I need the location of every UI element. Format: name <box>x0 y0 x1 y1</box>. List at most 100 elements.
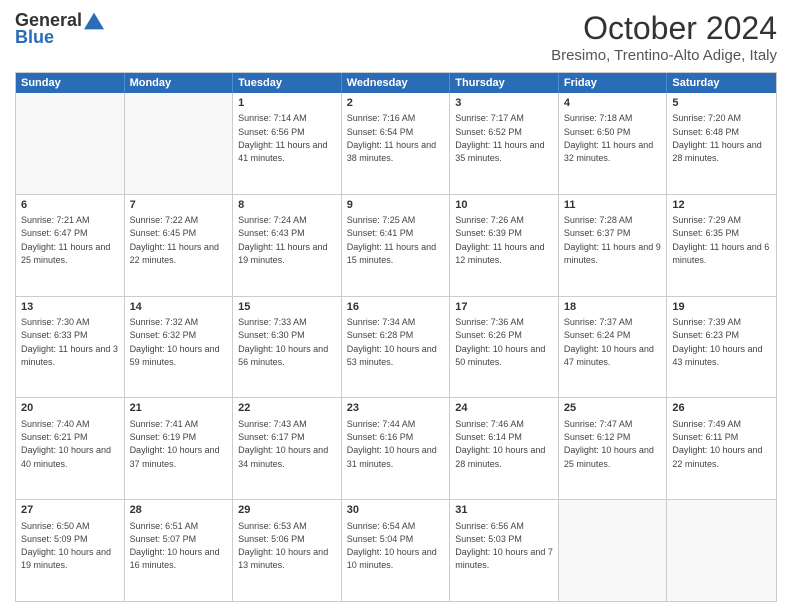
header-day-monday: Monday <box>125 73 234 93</box>
day-info: Sunrise: 7:14 AMSunset: 6:56 PMDaylight:… <box>238 113 327 163</box>
calendar-week-4: 20Sunrise: 7:40 AMSunset: 6:21 PMDayligh… <box>16 397 776 499</box>
cal-cell-day-8: 8 Sunrise: 7:24 AMSunset: 6:43 PMDaylight… <box>233 195 342 296</box>
cal-cell-day-30: 30 Sunrise: 6:54 AMSunset: 5:04 PMDayligh… <box>342 500 451 601</box>
day-info: Sunrise: 7:24 AMSunset: 6:43 PMDaylight:… <box>238 215 327 265</box>
day-number: 27 <box>21 503 119 518</box>
day-info: Sunrise: 7:28 AMSunset: 6:37 PMDaylight:… <box>564 215 661 265</box>
cal-cell-day-16: 16 Sunrise: 7:34 AMSunset: 6:28 PMDayligh… <box>342 297 451 398</box>
day-info: Sunrise: 7:34 AMSunset: 6:28 PMDaylight:… <box>347 317 437 367</box>
location: Bresimo, Trentino-Alto Adige, Italy <box>551 47 777 64</box>
day-info: Sunrise: 6:50 AMSunset: 5:09 PMDaylight:… <box>21 521 111 571</box>
calendar-body: 1 Sunrise: 7:14 AMSunset: 6:56 PMDaylight… <box>16 93 776 601</box>
cal-cell-day-12: 12 Sunrise: 7:29 AMSunset: 6:35 PMDayligh… <box>667 195 776 296</box>
header-day-thursday: Thursday <box>450 73 559 93</box>
logo-icon <box>84 11 104 31</box>
cal-cell-day-21: 21 Sunrise: 7:41 AMSunset: 6:19 PMDayligh… <box>125 398 234 499</box>
day-info: Sunrise: 6:53 AMSunset: 5:06 PMDaylight:… <box>238 521 328 571</box>
day-number: 6 <box>21 198 119 213</box>
day-number: 26 <box>672 401 771 416</box>
day-number: 16 <box>347 300 445 315</box>
calendar-week-2: 6 Sunrise: 7:21 AMSunset: 6:47 PMDaylight… <box>16 194 776 296</box>
cal-cell-day-13: 13Sunrise: 7:30 AMSunset: 6:33 PMDayligh… <box>16 297 125 398</box>
cal-cell-day-7: 7Sunrise: 7:22 AMSunset: 6:45 PMDaylight… <box>125 195 234 296</box>
page: General Blue October 2024 Bresimo, Trent… <box>0 0 792 612</box>
day-number: 19 <box>672 300 771 315</box>
header-day-sunday: Sunday <box>16 73 125 93</box>
day-info: Sunrise: 6:54 AMSunset: 5:04 PMDaylight:… <box>347 521 437 571</box>
day-number: 2 <box>347 96 445 111</box>
cal-cell-day-20: 20Sunrise: 7:40 AMSunset: 6:21 PMDayligh… <box>16 398 125 499</box>
header-day-wednesday: Wednesday <box>342 73 451 93</box>
month-title: October 2024 <box>551 10 777 47</box>
day-number: 9 <box>347 198 445 213</box>
day-number: 28 <box>130 503 228 518</box>
header-day-saturday: Saturday <box>667 73 776 93</box>
day-info: Sunrise: 7:44 AMSunset: 6:16 PMDaylight:… <box>347 419 437 469</box>
cal-cell-day-18: 18 Sunrise: 7:37 AMSunset: 6:24 PMDayligh… <box>559 297 668 398</box>
day-number: 21 <box>130 401 228 416</box>
day-number: 24 <box>455 401 553 416</box>
cal-cell-day-3: 3 Sunrise: 7:17 AMSunset: 6:52 PMDaylight… <box>450 93 559 194</box>
cal-cell-empty <box>16 93 125 194</box>
day-number: 25 <box>564 401 662 416</box>
day-info: Sunrise: 7:36 AMSunset: 6:26 PMDaylight:… <box>455 317 545 367</box>
cal-cell-day-14: 14 Sunrise: 7:32 AMSunset: 6:32 PMDayligh… <box>125 297 234 398</box>
day-info: Sunrise: 7:17 AMSunset: 6:52 PMDaylight:… <box>455 113 544 163</box>
cal-cell-empty <box>559 500 668 601</box>
cal-cell-day-6: 6 Sunrise: 7:21 AMSunset: 6:47 PMDaylight… <box>16 195 125 296</box>
day-number: 23 <box>347 401 445 416</box>
cal-cell-day-24: 24 Sunrise: 7:46 AMSunset: 6:14 PMDayligh… <box>450 398 559 499</box>
logo: General Blue <box>15 10 104 48</box>
cal-cell-day-25: 25 Sunrise: 7:47 AMSunset: 6:12 PMDayligh… <box>559 398 668 499</box>
day-number: 12 <box>672 198 771 213</box>
day-info: Sunrise: 6:56 AMSunset: 5:03 PMDaylight:… <box>455 521 553 571</box>
cal-cell-day-17: 17 Sunrise: 7:36 AMSunset: 6:26 PMDayligh… <box>450 297 559 398</box>
calendar-week-5: 27 Sunrise: 6:50 AMSunset: 5:09 PMDayligh… <box>16 499 776 601</box>
day-info: Sunrise: 7:20 AMSunset: 6:48 PMDaylight:… <box>672 113 761 163</box>
calendar-header: SundayMondayTuesdayWednesdayThursdayFrid… <box>16 73 776 93</box>
day-number: 14 <box>130 300 228 315</box>
day-number: 8 <box>238 198 336 213</box>
day-info: Sunrise: 7:18 AMSunset: 6:50 PMDaylight:… <box>564 113 653 163</box>
day-number: 22 <box>238 401 336 416</box>
day-info: Sunrise: 7:29 AMSunset: 6:35 PMDaylight:… <box>672 215 769 265</box>
day-info: Sunrise: 7:21 AMSunset: 6:47 PMDaylight:… <box>21 215 110 265</box>
day-number: 15 <box>238 300 336 315</box>
day-number: 18 <box>564 300 662 315</box>
day-info: Sunrise: 6:51 AMSunset: 5:07 PMDaylight:… <box>130 521 220 571</box>
cal-cell-empty <box>125 93 234 194</box>
day-number: 29 <box>238 503 336 518</box>
cal-cell-day-26: 26Sunrise: 7:49 AMSunset: 6:11 PMDayligh… <box>667 398 776 499</box>
cal-cell-day-5: 5 Sunrise: 7:20 AMSunset: 6:48 PMDaylight… <box>667 93 776 194</box>
cal-cell-day-11: 11Sunrise: 7:28 AMSunset: 6:37 PMDayligh… <box>559 195 668 296</box>
day-info: Sunrise: 7:16 AMSunset: 6:54 PMDaylight:… <box>347 113 436 163</box>
day-number: 13 <box>21 300 119 315</box>
day-info: Sunrise: 7:39 AMSunset: 6:23 PMDaylight:… <box>672 317 762 367</box>
cal-cell-day-15: 15 Sunrise: 7:33 AMSunset: 6:30 PMDayligh… <box>233 297 342 398</box>
day-info: Sunrise: 7:33 AMSunset: 6:30 PMDaylight:… <box>238 317 328 367</box>
day-info: Sunrise: 7:47 AMSunset: 6:12 PMDaylight:… <box>564 419 654 469</box>
cal-cell-day-31: 31 Sunrise: 6:56 AMSunset: 5:03 PMDayligh… <box>450 500 559 601</box>
header: General Blue October 2024 Bresimo, Trent… <box>15 10 777 64</box>
header-day-friday: Friday <box>559 73 668 93</box>
day-info: Sunrise: 7:37 AMSunset: 6:24 PMDaylight:… <box>564 317 654 367</box>
calendar: SundayMondayTuesdayWednesdayThursdayFrid… <box>15 72 777 602</box>
day-info: Sunrise: 7:41 AMSunset: 6:19 PMDaylight:… <box>130 419 220 469</box>
day-info: Sunrise: 7:26 AMSunset: 6:39 PMDaylight:… <box>455 215 544 265</box>
day-number: 4 <box>564 96 662 111</box>
day-info: Sunrise: 7:46 AMSunset: 6:14 PMDaylight:… <box>455 419 545 469</box>
header-day-tuesday: Tuesday <box>233 73 342 93</box>
day-number: 3 <box>455 96 553 111</box>
day-info: Sunrise: 7:22 AMSunset: 6:45 PMDaylight:… <box>130 215 219 265</box>
cal-cell-day-27: 27 Sunrise: 6:50 AMSunset: 5:09 PMDayligh… <box>16 500 125 601</box>
cal-cell-day-4: 4 Sunrise: 7:18 AMSunset: 6:50 PMDaylight… <box>559 93 668 194</box>
day-number: 30 <box>347 503 445 518</box>
day-info: Sunrise: 7:43 AMSunset: 6:17 PMDaylight:… <box>238 419 328 469</box>
day-number: 5 <box>672 96 771 111</box>
day-info: Sunrise: 7:25 AMSunset: 6:41 PMDaylight:… <box>347 215 436 265</box>
day-number: 17 <box>455 300 553 315</box>
day-info: Sunrise: 7:32 AMSunset: 6:32 PMDaylight:… <box>130 317 220 367</box>
day-number: 1 <box>238 96 336 111</box>
day-number: 31 <box>455 503 553 518</box>
calendar-week-1: 1 Sunrise: 7:14 AMSunset: 6:56 PMDaylight… <box>16 93 776 194</box>
